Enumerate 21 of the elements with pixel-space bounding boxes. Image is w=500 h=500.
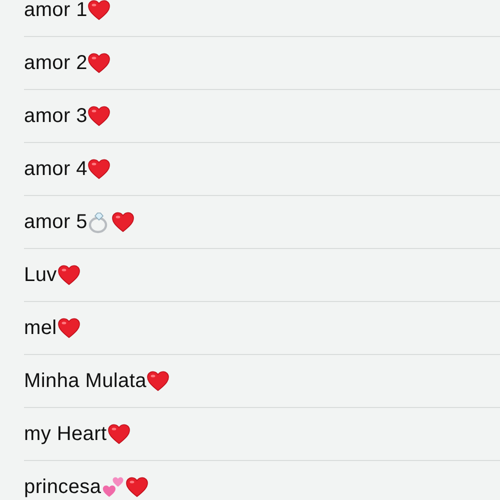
heart-icon <box>111 210 136 234</box>
heart-icon <box>56 316 81 340</box>
contact-name[interactable]: amor 4 <box>24 158 88 180</box>
contact-name[interactable]: amor 5 <box>24 210 88 234</box>
heart-icon <box>87 0 112 22</box>
contact-name[interactable]: Luv <box>24 264 57 286</box>
contact-name[interactable]: princesa <box>24 476 102 498</box>
heart-icon <box>56 263 81 287</box>
contact-name[interactable]: amor 1 <box>24 0 88 22</box>
contact-name[interactable]: Minha Mulata <box>24 370 146 392</box>
two-hearts-icon <box>101 475 126 499</box>
heart-icon <box>106 422 131 446</box>
heart-icon <box>125 475 150 499</box>
heart-icon <box>87 104 112 128</box>
contact-name[interactable]: mel <box>24 316 57 340</box>
heart-icon <box>146 369 170 393</box>
heart-icon <box>87 157 112 181</box>
heart-icon <box>87 51 112 75</box>
contact-name[interactable]: amor 3 <box>24 104 88 128</box>
contact-name[interactable]: amor 2 <box>24 52 88 74</box>
contact-name[interactable]: my Heart <box>24 422 107 446</box>
